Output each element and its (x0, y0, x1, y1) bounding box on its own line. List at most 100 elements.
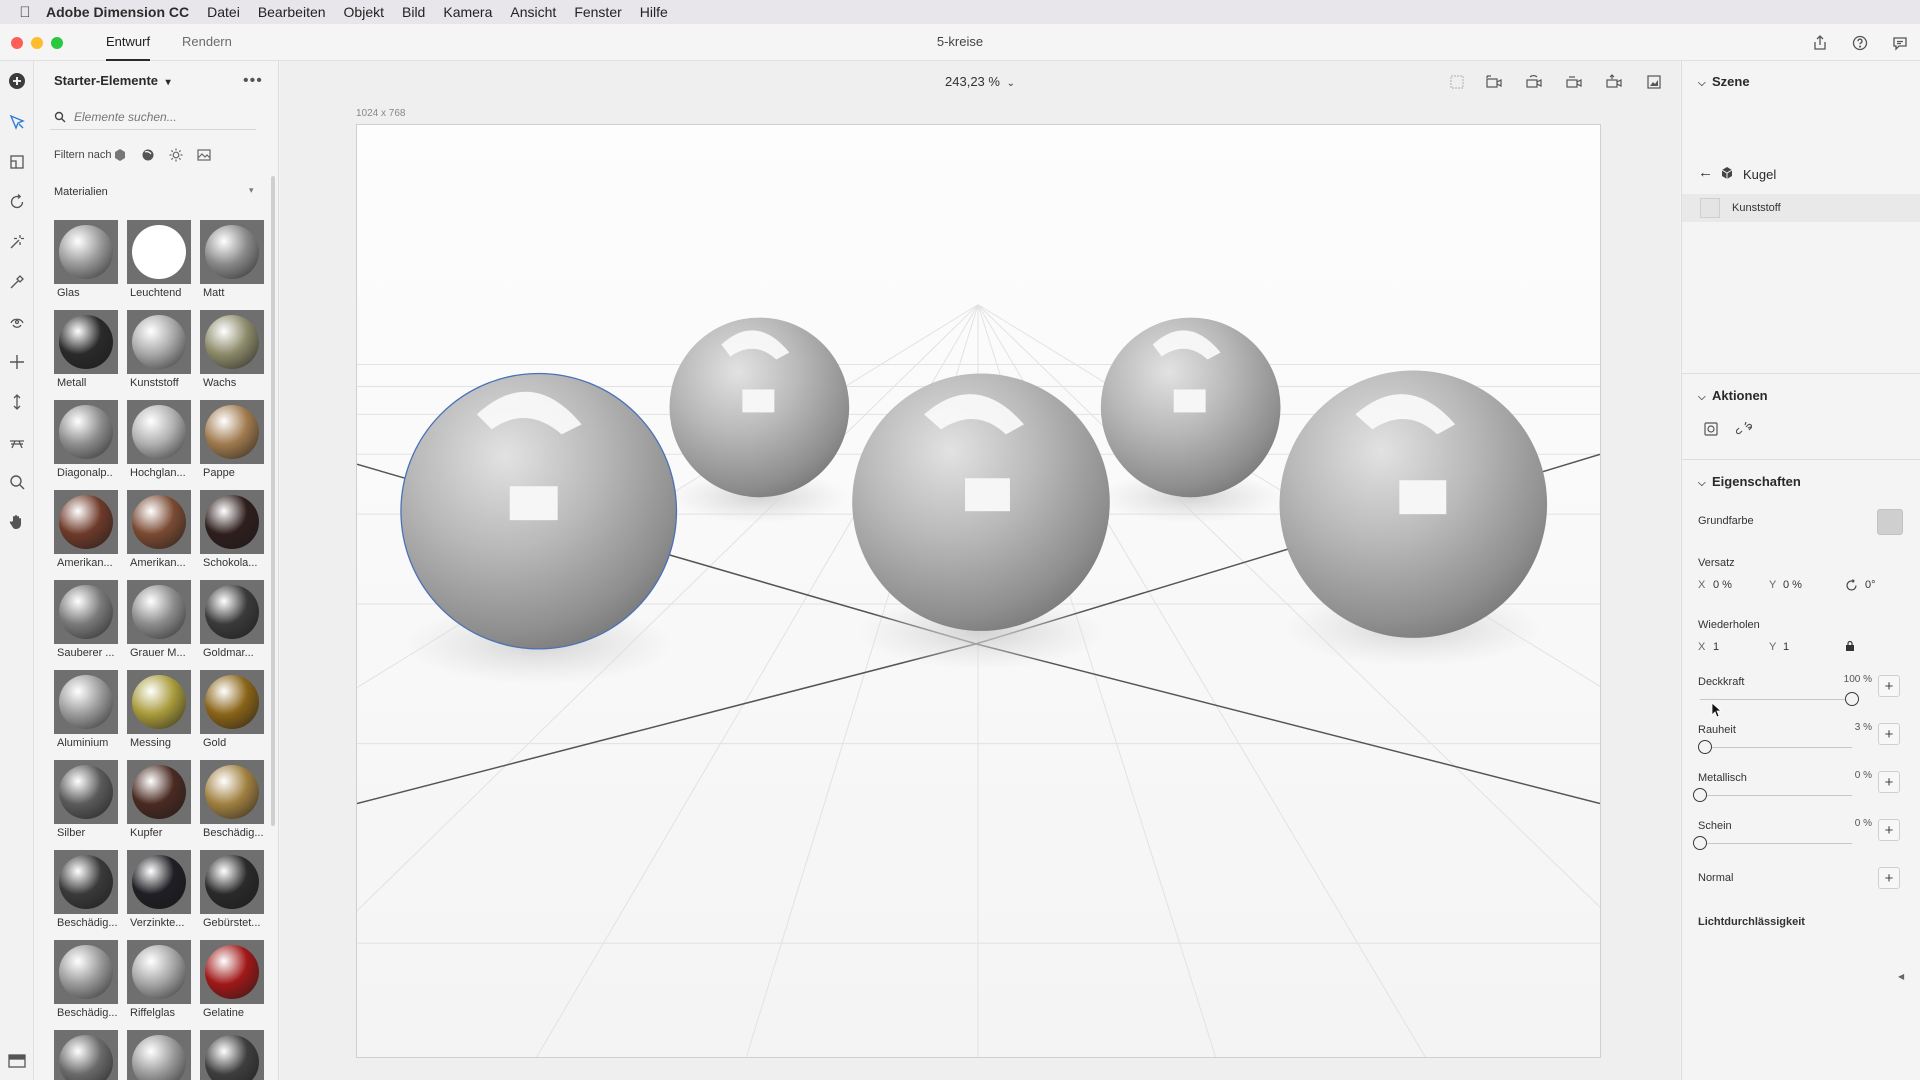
scene-material-row[interactable]: Kunststoff (1682, 194, 1920, 222)
versatz-y-field[interactable]: 0 % (1783, 579, 1802, 591)
tab-entwurf[interactable]: Entwurf (106, 34, 151, 61)
more-options-icon[interactable]: ••• (243, 72, 263, 90)
wiederholen-x-field[interactable]: 1 (1713, 641, 1719, 653)
material-tile[interactable] (127, 1030, 191, 1080)
apple-icon[interactable]:  (16, 4, 34, 21)
frame-icon[interactable] (1445, 71, 1469, 93)
material-tile[interactable]: Schokola... (200, 490, 264, 576)
tab-rendern[interactable]: Rendern (182, 34, 232, 49)
filter-materials-icon[interactable] (137, 144, 159, 166)
back-arrow-icon[interactable]: ← (1698, 164, 1713, 181)
share-icon[interactable] (1809, 32, 1831, 54)
deckkraft-add-texture-button[interactable]: + (1878, 675, 1900, 697)
material-tile[interactable]: Matt (200, 220, 264, 306)
material-tile[interactable]: Gelatine (200, 940, 264, 1026)
material-tile[interactable]: Verzinkte... (127, 850, 191, 936)
zoom-dropdown[interactable]: 243,23 % ⌄ (280, 74, 1680, 89)
filter-images-icon[interactable] (193, 144, 215, 166)
material-tile[interactable]: Gold (200, 670, 264, 756)
schein-add-texture-button[interactable]: + (1878, 819, 1900, 841)
material-tile[interactable]: Beschädig... (54, 940, 118, 1026)
filter-models-icon[interactable] (109, 144, 131, 166)
versatz-x-field[interactable]: 0 % (1713, 579, 1732, 591)
comments-icon[interactable] (1889, 32, 1911, 54)
schein-slider-track[interactable] (1700, 843, 1852, 844)
window-minimize-button[interactable] (31, 37, 43, 49)
menu-fenster[interactable]: Fenster (574, 4, 621, 20)
chevron-down-icon[interactable]: ▾ (249, 185, 254, 196)
hand-tool-icon[interactable] (5, 510, 29, 534)
camera-frame-icon[interactable] (1482, 71, 1506, 93)
material-tile[interactable] (54, 1030, 118, 1080)
material-tile[interactable]: Beschädig... (54, 850, 118, 936)
camera-bookmark-icon[interactable] (1642, 71, 1666, 93)
transform-tool-icon[interactable] (5, 150, 29, 174)
select-tool-icon[interactable] (5, 110, 29, 134)
material-tile[interactable]: Leuchtend (127, 220, 191, 306)
wiederholen-y-field[interactable]: 1 (1783, 641, 1789, 653)
material-tile[interactable]: Hochglan... (127, 400, 191, 486)
3d-viewport[interactable] (356, 124, 1601, 1058)
material-tile[interactable]: Riffelglas (127, 940, 191, 1026)
assets-panel-title[interactable]: Starter-Elemente ▾ (54, 73, 171, 88)
material-tile[interactable]: Amerikan... (127, 490, 191, 576)
metallisch-slider-track[interactable] (1700, 795, 1852, 796)
deckkraft-slider-knob[interactable] (1845, 692, 1859, 706)
materials-section-header[interactable]: Materialien (54, 186, 108, 198)
help-icon[interactable] (1849, 32, 1871, 54)
rotate-tool-icon[interactable] (5, 190, 29, 214)
deckkraft-slider-track[interactable] (1700, 699, 1852, 700)
menu-bild[interactable]: Bild (402, 4, 425, 20)
rauheit-add-texture-button[interactable]: + (1878, 723, 1900, 745)
material-tile[interactable]: Pappe (200, 400, 264, 486)
menu-hilfe[interactable]: Hilfe (640, 4, 668, 20)
eyedropper-icon[interactable] (5, 270, 29, 294)
menu-datei[interactable]: Datei (207, 4, 240, 20)
lock-icon[interactable] (1845, 640, 1855, 652)
search-input[interactable] (74, 109, 244, 124)
assets-scrollbar[interactable] (271, 176, 275, 826)
zoom-tool-icon[interactable] (5, 470, 29, 494)
horizon-tool-icon[interactable] (5, 430, 29, 454)
scene-object-name[interactable]: Kugel (1743, 167, 1776, 182)
material-tile[interactable]: Aluminium (54, 670, 118, 756)
camera-orbit-icon[interactable] (1522, 71, 1546, 93)
material-tile[interactable]: Goldmar... (200, 580, 264, 666)
material-tile[interactable]: Glas (54, 220, 118, 306)
material-tile[interactable]: Beschädig... (200, 760, 264, 846)
material-tile[interactable]: Kunststoff (127, 310, 191, 396)
material-tile[interactable]: Gebürstet... (200, 850, 264, 936)
panel-toggle-icon[interactable] (8, 1054, 28, 1070)
material-tile[interactable]: Amerikan... (54, 490, 118, 576)
window-close-button[interactable] (11, 37, 23, 49)
grundfarbe-color-swatch[interactable] (1877, 509, 1903, 535)
edit-material-icon[interactable] (1700, 418, 1722, 440)
metallisch-add-texture-button[interactable]: + (1878, 771, 1900, 793)
window-maximize-button[interactable] (51, 37, 63, 49)
rauheit-slider-knob[interactable] (1697, 740, 1712, 754)
normal-add-texture-button[interactable]: + (1878, 867, 1900, 889)
pan-move-icon[interactable] (5, 350, 29, 374)
scene-section-header[interactable]: ⌵ Szene (1698, 74, 1750, 89)
material-tile[interactable]: Wachs (200, 310, 264, 396)
versatz-rotation-field[interactable]: 0° (1865, 579, 1876, 591)
filter-lights-icon[interactable] (165, 144, 187, 166)
chevron-left-icon[interactable]: ◀ (1898, 972, 1904, 981)
material-tile[interactable]: Silber (54, 760, 118, 846)
material-tile[interactable]: Diagonalp.. (54, 400, 118, 486)
add-content-icon[interactable] (5, 69, 29, 93)
lichtdurchlaessigkeit-header[interactable]: Lichtdurchlässigkeit (1698, 916, 1805, 928)
menu-bearbeiten[interactable]: Bearbeiten (258, 4, 326, 20)
schein-slider-knob[interactable] (1693, 836, 1707, 850)
app-name-menu[interactable]: Adobe Dimension CC (46, 4, 189, 20)
actions-section-header[interactable]: ⌵ Aktionen (1698, 388, 1768, 403)
orbit-tool-icon[interactable] (5, 310, 29, 334)
material-tile[interactable] (200, 1030, 264, 1080)
dolly-icon[interactable] (5, 390, 29, 414)
menu-kamera[interactable]: Kamera (443, 4, 492, 20)
material-tile[interactable]: Kupfer (127, 760, 191, 846)
properties-section-header[interactable]: ⌵ Eigenschaften (1698, 474, 1801, 489)
material-tile[interactable]: Metall (54, 310, 118, 396)
metallisch-slider-knob[interactable] (1693, 788, 1707, 802)
camera-pan-icon[interactable] (1562, 71, 1586, 93)
